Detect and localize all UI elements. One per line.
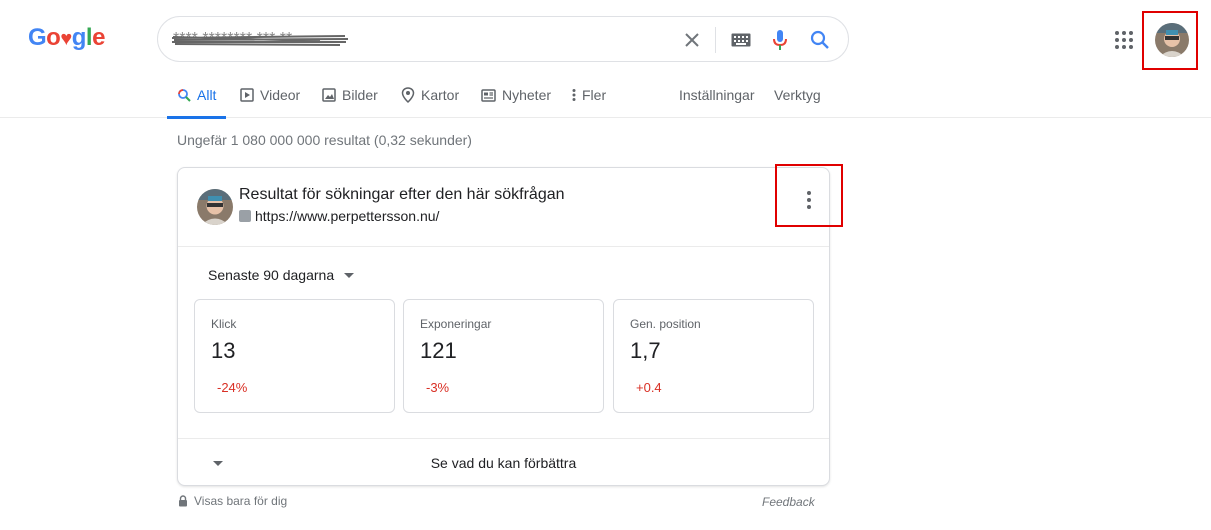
favicon-icon — [239, 210, 251, 222]
image-icon — [322, 88, 336, 102]
search-performance-card: Resultat för sökningar efter den här sök… — [177, 167, 830, 486]
google-logo[interactable]: Go♥gle — [28, 24, 105, 52]
highlight-box-avatar — [1142, 11, 1198, 70]
search-divider — [715, 27, 716, 53]
logo-letter: e — [92, 24, 105, 51]
logo-letter: g — [71, 24, 87, 51]
site-url[interactable]: https://www.perpettersson.nu/ — [239, 208, 439, 224]
tab-more[interactable]: Fler — [572, 72, 606, 118]
metric-label: Exponeringar — [420, 317, 492, 331]
play-icon — [240, 88, 254, 102]
tab-label: Allt — [197, 87, 217, 103]
metric-value: 13 — [211, 338, 236, 363]
clear-icon[interactable] — [680, 28, 704, 52]
more-vert-icon — [572, 89, 576, 101]
highlight-box-menu — [775, 164, 843, 227]
tab-videos[interactable]: Videor — [240, 72, 300, 118]
result-stats: Ungefär 1 080 000 000 resultat (0,32 sek… — [177, 132, 472, 148]
improve-label: Se vad du kan förbättra — [430, 455, 577, 471]
date-range-label: Senaste 90 dagarna — [208, 267, 335, 283]
metric-label: Gen. position — [630, 317, 701, 331]
search-icon — [178, 89, 191, 102]
news-icon — [481, 88, 496, 102]
metric-value: 1,7 — [630, 338, 661, 363]
metric-impressions: Exponeringar 121 -3% — [403, 299, 604, 413]
heart-icon: ♥ — [60, 28, 72, 50]
tools-link[interactable]: Verktyg — [774, 72, 821, 118]
improve-expander[interactable]: Se vad du kan förbättra — [178, 438, 829, 486]
keyboard-icon[interactable] — [729, 28, 753, 52]
logo-letter: o — [46, 24, 61, 51]
metric-label: Klick — [211, 317, 237, 331]
tab-maps[interactable]: Kartor — [401, 72, 459, 118]
tab-label: Fler — [582, 87, 607, 103]
redaction-scribble — [171, 35, 349, 46]
metric-delta: -3% — [426, 380, 450, 395]
search-icon[interactable] — [808, 28, 832, 52]
tab-label: Nyheter — [502, 87, 552, 103]
metric-delta: +0.4 — [636, 380, 662, 395]
private-note: Visas bara för dig — [178, 494, 287, 508]
lock-icon — [179, 495, 187, 507]
tab-images[interactable]: Bilder — [322, 72, 378, 118]
metric-clicks: Klick 13 -24% — [194, 299, 395, 413]
tab-news[interactable]: Nyheter — [481, 72, 551, 118]
site-url-text: https://www.perpettersson.nu/ — [255, 208, 440, 224]
feedback-link[interactable]: Feedback — [762, 495, 815, 509]
card-title: Resultat för sökningar efter den här sök… — [239, 186, 565, 203]
card-header: Resultat för sökningar efter den här sök… — [178, 168, 829, 247]
dropdown-arrow-icon — [344, 272, 355, 278]
microphone-icon[interactable] — [768, 28, 792, 52]
tab-label: Bilder — [342, 87, 378, 103]
tab-all[interactable]: Allt — [167, 72, 227, 119]
settings-link[interactable]: Inställningar — [679, 72, 755, 118]
tab-label: Videor — [260, 87, 301, 103]
search-box[interactable]: **** ******** *** ** — [157, 16, 849, 62]
site-avatar — [197, 189, 233, 225]
private-note-text: Visas bara för dig — [194, 494, 288, 508]
tab-label: Kartor — [421, 87, 460, 103]
date-range-dropdown[interactable]: Senaste 90 dagarna — [208, 267, 355, 283]
metric-value: 121 — [420, 338, 457, 363]
logo-letter: G — [28, 24, 47, 51]
map-pin-icon — [401, 87, 415, 103]
search-tabs: Allt Videor Bilder Kartor Nyheter Fler I… — [0, 72, 1211, 119]
metric-delta: -24% — [217, 380, 248, 395]
metric-avg-position: Gen. position 1,7 +0.4 — [613, 299, 814, 413]
apps-icon[interactable] — [1112, 28, 1136, 52]
